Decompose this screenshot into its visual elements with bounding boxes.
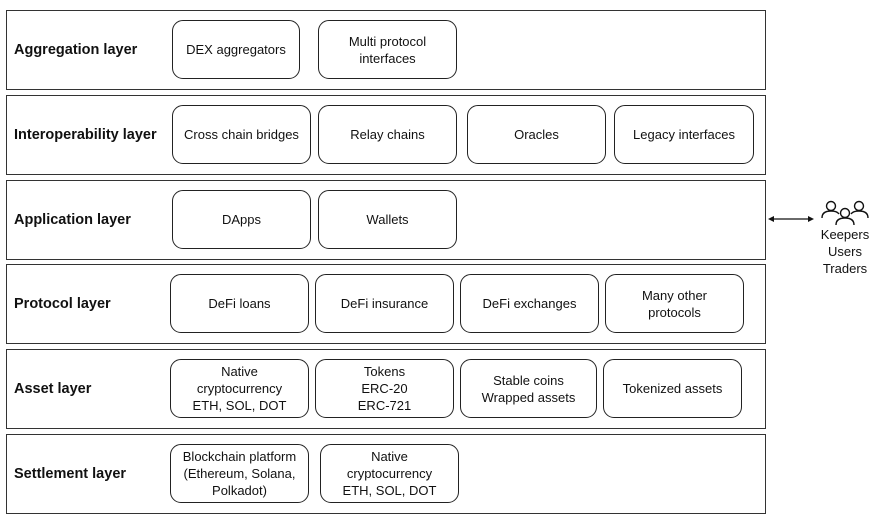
layer-label: Asset layer xyxy=(14,381,92,397)
component-box: DEX aggregators xyxy=(172,20,300,79)
component-box: Native cryptocurrency ETH, SOL, DOT xyxy=(320,444,459,503)
component-box: Multi protocol interfaces xyxy=(318,20,457,79)
users-group-icon xyxy=(821,200,869,226)
component-box: Cross chain bridges xyxy=(172,105,311,164)
layer-label: Protocol layer xyxy=(14,296,111,312)
component-box: Wallets xyxy=(318,190,457,249)
component-box: Many other protocols xyxy=(605,274,744,333)
actors: Keepers Users Traders xyxy=(815,200,875,277)
component-box: DeFi exchanges xyxy=(460,274,599,333)
component-box: DApps xyxy=(172,190,311,249)
layer-label: Settlement layer xyxy=(14,466,127,482)
component-box: DeFi insurance xyxy=(315,274,454,333)
component-box: Native cryptocurrency ETH, SOL, DOT xyxy=(170,359,309,418)
layer-label: Aggregation layer xyxy=(14,42,138,58)
component-box: Tokens ERC-20 ERC-721 xyxy=(315,359,454,418)
component-box: Oracles xyxy=(467,105,606,164)
component-box: Tokenized assets xyxy=(603,359,742,418)
actors-label: Keepers Users Traders xyxy=(820,227,870,276)
component-box: Relay chains xyxy=(318,105,457,164)
component-box: Legacy interfaces xyxy=(614,105,754,164)
component-box: Blockchain platform (Ethereum, Solana, P… xyxy=(170,444,309,503)
component-box: Stable coins Wrapped assets xyxy=(460,359,597,418)
component-box: DeFi loans xyxy=(170,274,309,333)
double-arrow-icon xyxy=(768,216,814,222)
layer-label: Application layer xyxy=(14,212,131,228)
layer-label: Interoperability layer xyxy=(14,127,157,143)
